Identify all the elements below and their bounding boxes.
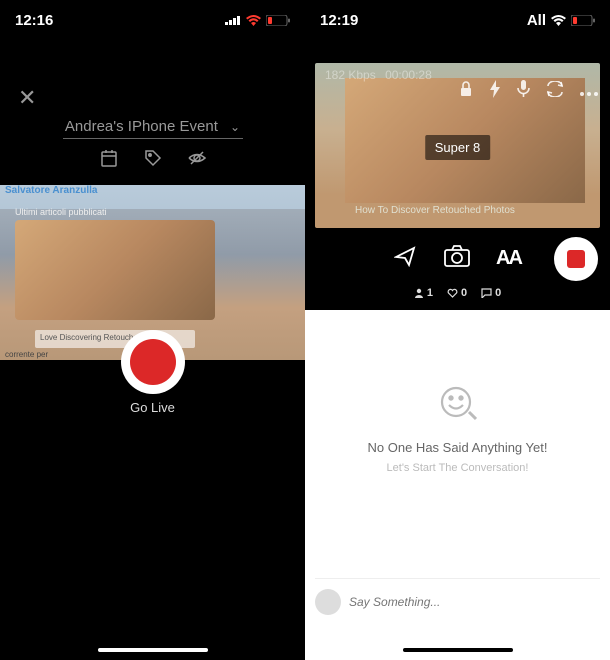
record-dot [130, 339, 176, 385]
chat-input[interactable] [349, 595, 600, 609]
stream-stats: 182 Kbps 00:00:28 [325, 68, 432, 82]
preview-corner-text: corrente per [5, 351, 48, 360]
chevron-down-icon: ⌄ [230, 120, 240, 134]
calendar-icon[interactable] [99, 148, 119, 173]
wifi-icon [246, 15, 261, 26]
home-indicator[interactable] [403, 648, 513, 652]
battery-icon [266, 15, 290, 26]
carrier-text: All [527, 12, 546, 29]
stop-broadcast-button[interactable] [554, 237, 598, 281]
text-tool-button[interactable]: AA [496, 247, 521, 270]
avatar [315, 589, 341, 615]
broadcast-top-controls [459, 80, 598, 103]
signal-icon [225, 15, 241, 25]
engagement-stats: 1 0 0 [305, 287, 610, 299]
viewer-count: 1 [414, 287, 433, 299]
bitrate-value: 182 Kbps [325, 68, 376, 82]
mic-icon[interactable] [517, 80, 530, 103]
filter-name-badge: Super 8 [425, 135, 491, 160]
status-bar: 12:19 All [305, 0, 610, 40]
chat-panel: No One Has Said Anything Yet! Let's Star… [305, 310, 610, 660]
status-bar: 12:16 [0, 0, 305, 40]
event-options-toolbar [0, 148, 305, 173]
preview-brand-text: Salvatore Aranzulla [5, 185, 97, 196]
close-icon[interactable]: ✕ [18, 85, 36, 111]
wifi-icon [551, 15, 566, 26]
chat-input-row [315, 578, 600, 615]
flash-icon[interactable] [489, 80, 501, 103]
event-title: Andrea's IPhone Event [65, 118, 218, 135]
home-indicator[interactable] [98, 648, 208, 652]
visibility-off-icon[interactable] [187, 148, 207, 173]
preview-subtitle: Ultimi articoli pubblicati [15, 207, 107, 217]
clock: 12:16 [15, 12, 53, 29]
preview-content-image [15, 220, 215, 320]
tag-icon[interactable] [143, 148, 163, 173]
chat-empty-title: No One Has Said Anything Yet! [305, 440, 610, 455]
status-icons: All [527, 12, 595, 29]
lock-icon[interactable] [459, 81, 473, 102]
clock: 12:19 [320, 12, 358, 29]
screen-broadcasting: 12:19 All How To Discover Retouched Phot… [305, 0, 610, 660]
share-icon[interactable] [394, 245, 418, 272]
screen-go-live: 12:16 ✕ Andrea's IPhone Event ⌄ Salvator… [0, 0, 305, 660]
more-icon[interactable] [580, 83, 598, 101]
status-icons [225, 15, 290, 26]
event-title-dropdown[interactable]: Andrea's IPhone Event ⌄ [0, 118, 305, 139]
switch-camera-icon[interactable] [546, 81, 564, 102]
battery-icon [571, 15, 595, 26]
like-count: 0 [447, 287, 467, 299]
go-live-button[interactable] [121, 330, 185, 394]
elapsed-time: 00:00:28 [385, 68, 432, 82]
preview-caption: How To Discover Retouched Photos [355, 205, 515, 216]
smiley-icon [305, 385, 610, 423]
comment-count: 0 [481, 287, 501, 299]
chat-empty-subtitle: Let's Start The Conversation! [305, 462, 610, 474]
stop-square-icon [567, 250, 585, 268]
go-live-label: Go Live [0, 400, 305, 415]
camera-icon[interactable] [444, 245, 470, 272]
